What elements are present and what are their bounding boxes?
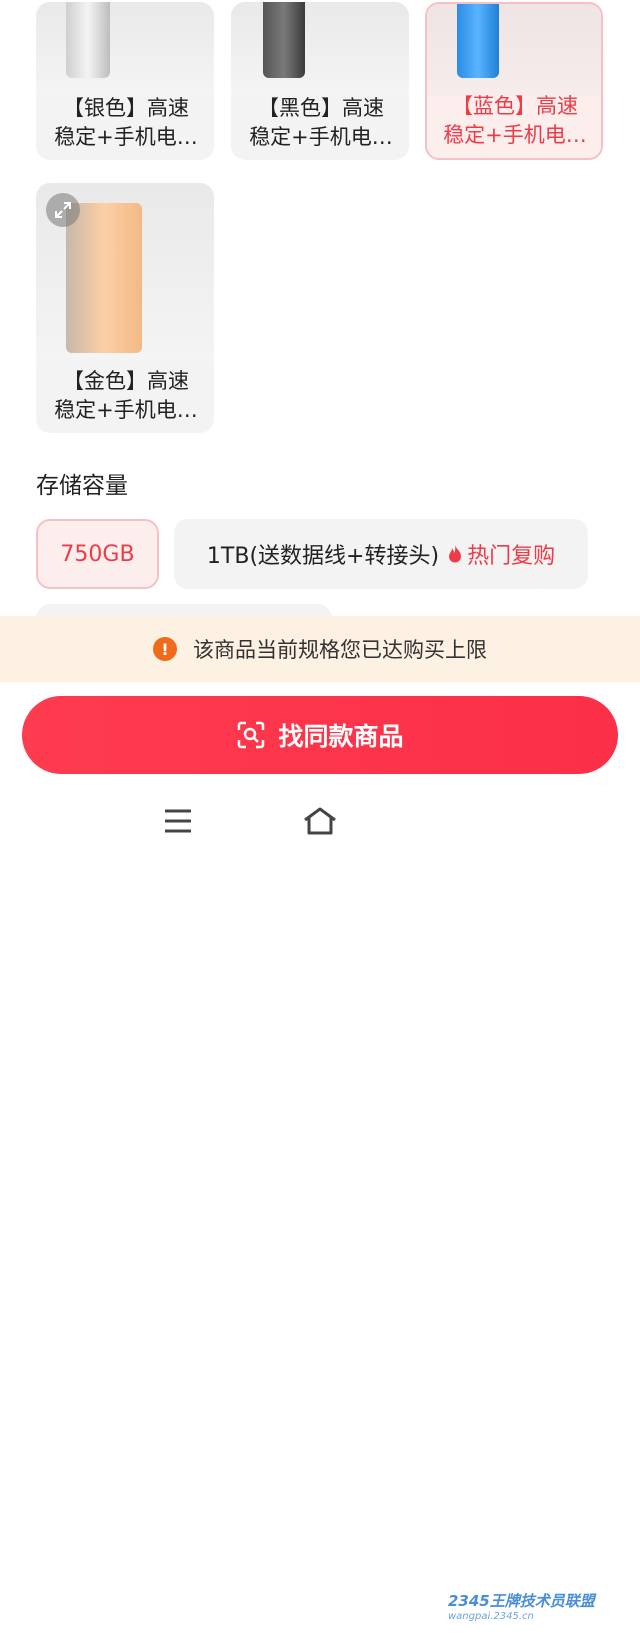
find-similar-label: 找同款商品 <box>278 722 404 751</box>
variant-label: 【黑色】高速 稳定+手机电… <box>249 96 393 149</box>
variant-label: 【金色】高速 稳定+手机电… <box>54 369 198 422</box>
variant-card-gold[interactable]: 【金色】高速 稳定+手机电… <box>36 183 214 433</box>
variant-image-silver <box>36 2 214 94</box>
variant-image-black <box>231 2 409 94</box>
variant-card-silver[interactable]: 【银色】高速 稳定+手机电… <box>36 2 214 160</box>
system-nav-bar: 2345王牌技术员联盟 wangpai.2345.cn <box>0 790 640 1622</box>
variant-label: 【银色】高速 稳定+手机电… <box>54 96 198 149</box>
scan-icon <box>238 721 265 749</box>
variant-image-blue <box>427 4 601 96</box>
purchase-limit-notice: ! 该商品当前规格您已达购买上限 <box>0 616 640 682</box>
storage-option-label: 1TB(送数据线+转接头) <box>206 544 440 569</box>
expand-icon <box>55 202 71 218</box>
gold-drive-image <box>66 203 142 353</box>
warning-icon: ! <box>153 637 177 661</box>
variant-card-blue[interactable]: 【蓝色】高速 稳定+手机电… <box>425 2 603 160</box>
storage-option-750gb[interactable]: 750GB <box>36 519 159 589</box>
variant-image-gold <box>36 183 214 363</box>
storage-option-label: 750GB <box>60 541 135 567</box>
blue-drive-image <box>457 4 499 78</box>
storage-option-1tb[interactable]: 1TB(送数据线+转接头) 热门复购 <box>174 519 588 589</box>
notice-text: 该商品当前规格您已达购买上限 <box>193 638 487 662</box>
black-drive-image <box>263 2 305 78</box>
flame-icon <box>449 545 462 563</box>
hot-badge: 热门复购 <box>447 538 555 570</box>
home-icon[interactable] <box>302 806 338 836</box>
storage-section-title: 存储容量 <box>36 473 128 499</box>
menu-icon[interactable] <box>163 808 193 834</box>
variant-card-black[interactable]: 【黑色】高速 稳定+手机电… <box>231 2 409 160</box>
variant-label: 【蓝色】高速 稳定+手机电… <box>443 94 587 147</box>
silver-drive-image <box>66 2 110 78</box>
watermark: 2345王牌技术员联盟 wangpai.2345.cn <box>448 1592 595 1622</box>
expand-image-button[interactable] <box>46 193 80 227</box>
find-similar-button[interactable]: 找同款商品 <box>22 696 618 774</box>
